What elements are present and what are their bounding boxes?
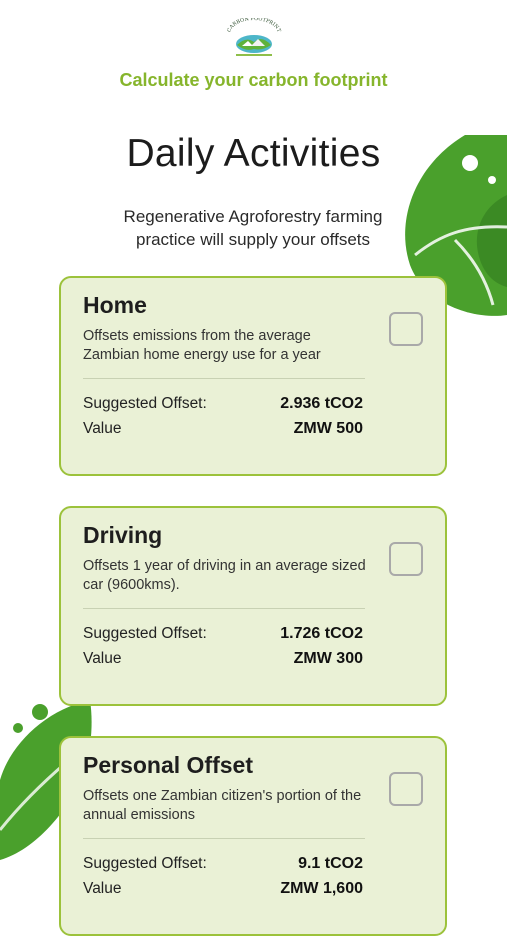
select-checkbox[interactable] — [389, 772, 423, 806]
suggested-offset-label: Suggested Offset: — [83, 855, 207, 872]
select-checkbox[interactable] — [389, 312, 423, 346]
price-value: ZMW 1,600 — [280, 880, 363, 897]
value-label: Value — [83, 650, 122, 667]
activity-card-home[interactable]: Home Offsets emissions from the average … — [59, 276, 447, 476]
card-description: Offsets one Zambian citizen's portion of… — [83, 788, 362, 823]
page-subtitle: Calculate your carbon footprint — [119, 70, 388, 90]
card-description: Offsets emissions from the average Zambi… — [83, 328, 321, 363]
card-title: Driving — [83, 522, 163, 548]
suggested-offset-value: 1.726 tCO2 — [280, 625, 363, 642]
card-divider — [83, 838, 365, 839]
card-title: Home — [83, 292, 147, 318]
card-description: Offsets 1 year of driving in an average … — [83, 558, 366, 593]
suggested-offset-label: Suggested Offset: — [83, 395, 207, 412]
price-value: ZMW 300 — [293, 650, 363, 667]
suggested-offset-label: Suggested Offset: — [83, 625, 207, 642]
price-value: ZMW 500 — [293, 420, 363, 437]
intro-text: Regenerative Agroforestry farming practi… — [123, 207, 383, 249]
page-title: Daily Activities — [126, 132, 381, 175]
activity-card-personal-offset[interactable]: Personal Offset Offsets one Zambian citi… — [59, 736, 447, 936]
select-checkbox[interactable] — [389, 542, 423, 576]
logo-graphic: CARBON FOOTPRINT — [226, 16, 282, 56]
activity-card-driving[interactable]: Driving Offsets 1 year of driving in an … — [59, 506, 447, 706]
svg-text:CARBON FOOTPRINT: CARBON FOOTPRINT — [226, 18, 282, 34]
card-title: Personal Offset — [83, 752, 253, 778]
suggested-offset-value: 2.936 tCO2 — [280, 395, 363, 412]
card-divider — [83, 378, 365, 379]
value-label: Value — [83, 420, 122, 437]
card-divider — [83, 608, 365, 609]
logo-text: CARBON FOOTPRINT — [226, 16, 282, 34]
suggested-offset-value: 9.1 tCO2 — [298, 855, 363, 872]
app-logo: CARBON FOOTPRINT — [222, 16, 286, 60]
value-label: Value — [83, 880, 122, 897]
